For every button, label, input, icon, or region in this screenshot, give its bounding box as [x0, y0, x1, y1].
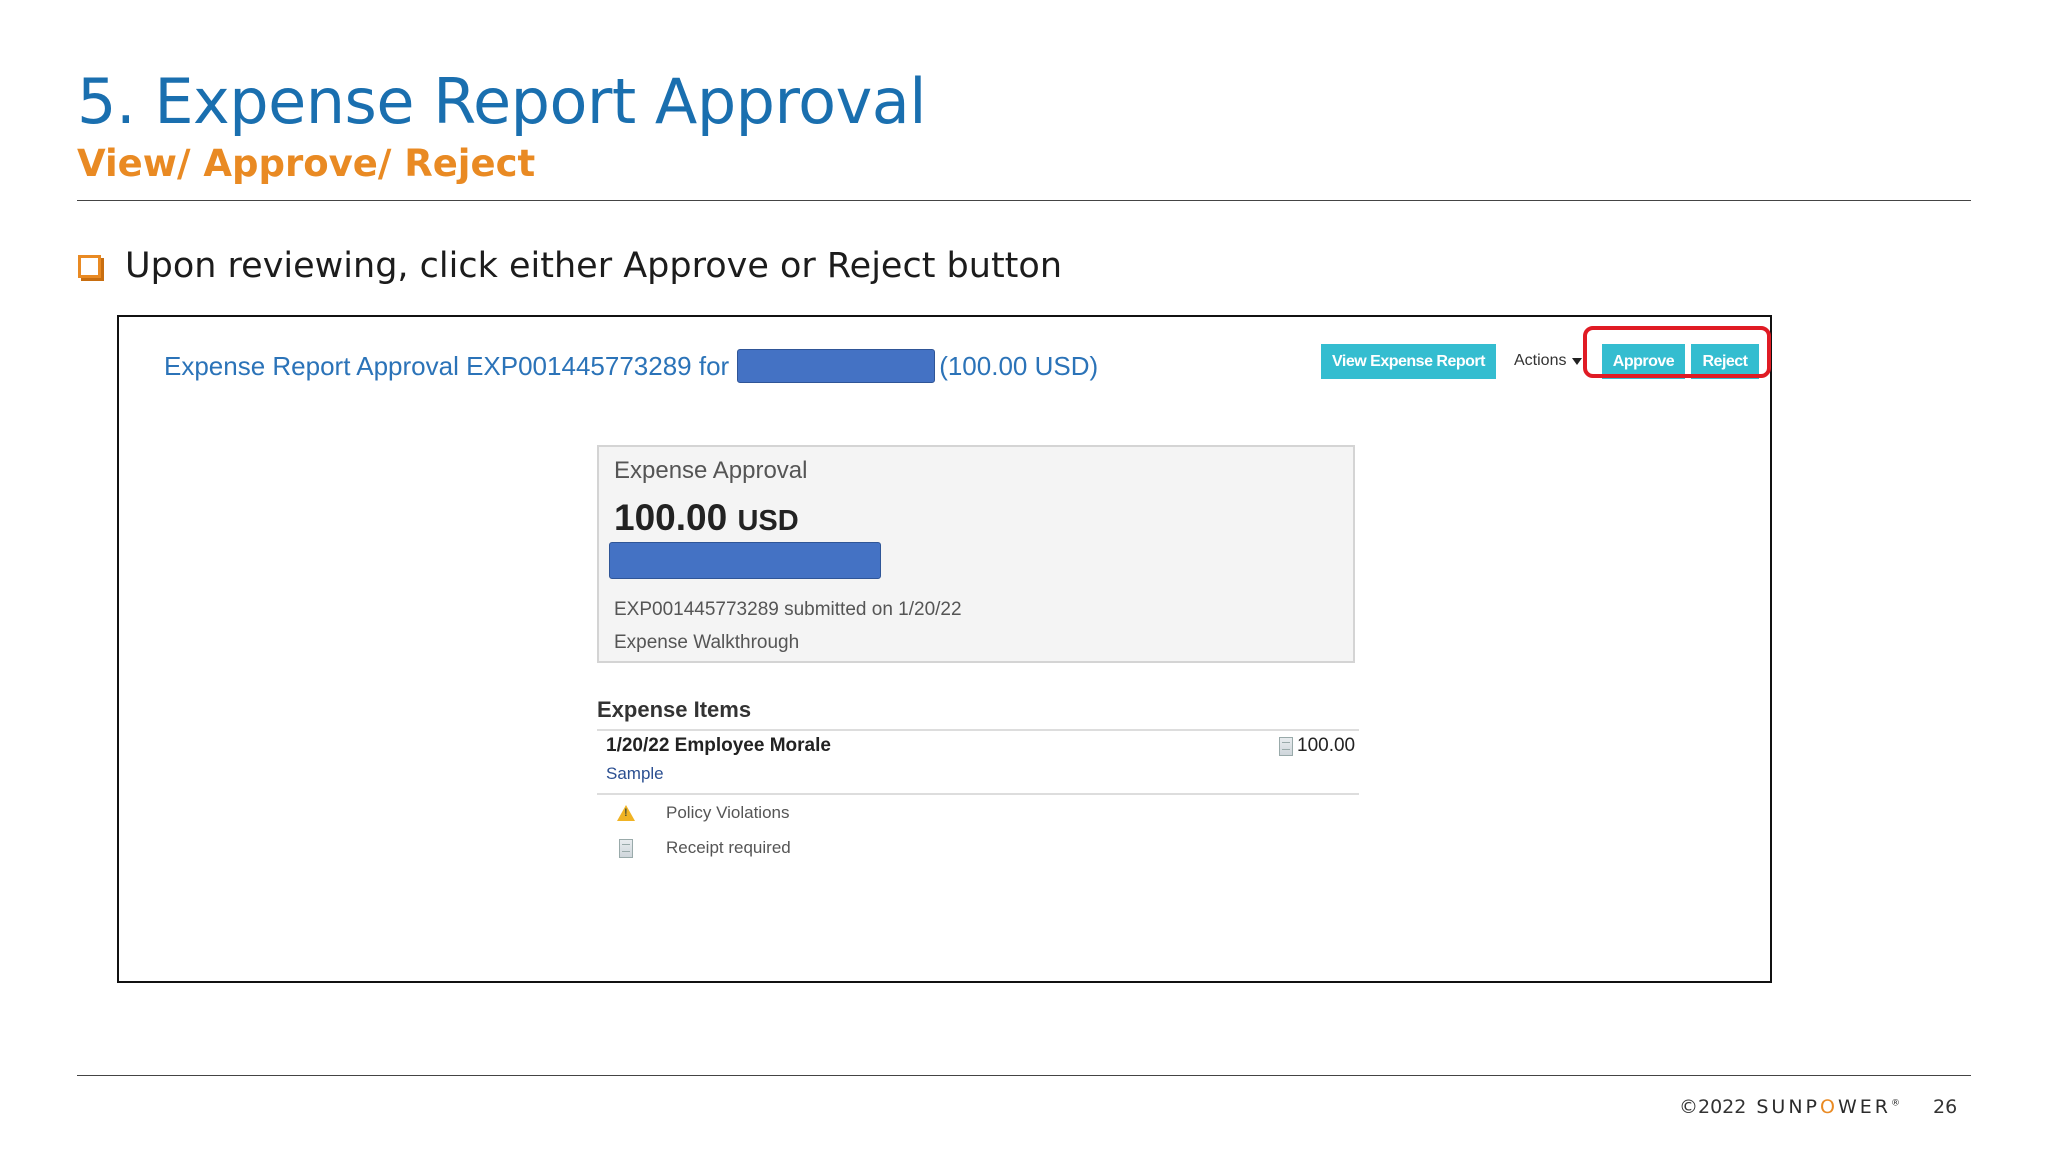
report-header-title: Expense Report Approval EXP001445773289 … [164, 350, 730, 381]
receipt-icon [619, 838, 633, 858]
card-amount: 100.00 USD [614, 497, 799, 539]
amount-currency: USD [737, 505, 799, 537]
receipt-icon [1279, 736, 1293, 756]
copyright-text: ©2022 [1679, 1096, 1747, 1118]
warning-icon [617, 805, 635, 821]
view-expense-report-button[interactable]: View Expense Report [1321, 344, 1496, 379]
items-divider [597, 793, 1359, 795]
item-amount: 100.00 [1279, 735, 1355, 757]
report-header-amount: (100.00 USD) [939, 350, 1099, 381]
approve-reject-highlight [1583, 326, 1771, 378]
item-subtitle: Sample [606, 764, 664, 783]
sunpower-logo: SUNPOWER® [1756, 1096, 1900, 1118]
slide-subtitle: View/ Approve/ Reject [77, 142, 536, 185]
instruction-text: Upon reviewing, click either Approve or … [125, 246, 1063, 286]
item-amount-value: 100.00 [1297, 735, 1356, 756]
actions-label: Actions [1514, 352, 1567, 369]
receipt-required-flag: Receipt required [616, 838, 791, 858]
redacted-employee-name [609, 542, 881, 579]
submitted-info: EXP001445773289 submitted on 1/20/22 [614, 599, 962, 620]
item-title[interactable]: 1/20/22 Employee Morale [606, 735, 831, 757]
app-screenshot: Expense Report Approval EXP001445773289 … [117, 315, 1772, 983]
expense-items-heading: Expense Items [597, 697, 752, 722]
flag-label: Policy Violations [666, 803, 790, 822]
report-description: Expense Walkthrough [614, 632, 800, 653]
report-header: Expense Report Approval EXP001445773289 … [164, 349, 1098, 383]
page-number: 26 [1933, 1096, 1958, 1118]
footer-divider [77, 1075, 1971, 1076]
footer-copyright: ©2022 SUNPOWER® [1679, 1096, 1900, 1118]
slide-title: 5. Expense Report Approval [77, 65, 927, 138]
header-divider [77, 200, 1971, 201]
items-divider [597, 729, 1359, 731]
actions-menu[interactable]: Actions [1514, 352, 1583, 370]
checkbox-bullet-icon [78, 254, 101, 278]
policy-violations-flag: Policy Violations [616, 803, 789, 823]
amount-value: 100.00 [614, 497, 728, 538]
instruction-bullet: Upon reviewing, click either Approve or … [78, 246, 1062, 286]
card-title: Expense Approval [614, 457, 808, 484]
flag-label: Receipt required [666, 838, 791, 857]
chevron-down-icon [1572, 357, 1583, 365]
expense-approval-card: Expense Approval 100.00 USD EXP001445773… [597, 445, 1355, 663]
redacted-name [737, 349, 936, 383]
